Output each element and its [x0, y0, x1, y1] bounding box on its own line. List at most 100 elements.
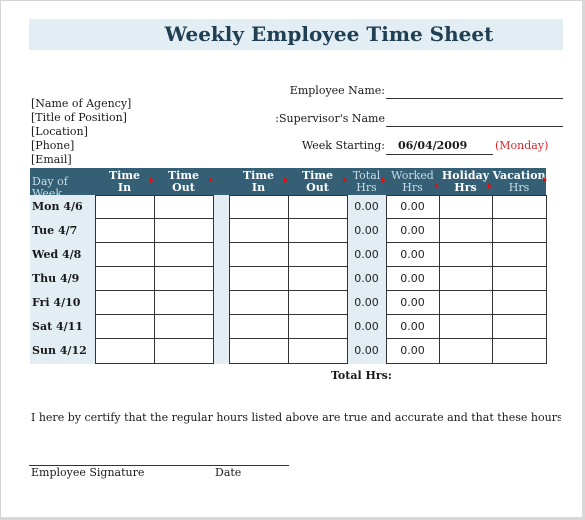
vacation-hrs-cell[interactable] [492, 314, 547, 340]
holiday-hrs-cell[interactable] [439, 266, 493, 292]
header-time-out-1: Time Out [154, 168, 213, 195]
day-label: Mon 4/6 [32, 200, 83, 213]
vacation-hrs-cell[interactable] [492, 266, 547, 292]
time-out-2-cell[interactable] [288, 242, 348, 268]
certification-text: I here by certify that the regular hours… [31, 411, 561, 424]
total-hrs-value: 0.00 [354, 200, 379, 213]
total-hrs-value: 0.00 [354, 296, 379, 309]
time-in-2-cell[interactable] [229, 242, 289, 268]
time-in-1-cell[interactable] [95, 290, 155, 316]
header-time-in-1: Time In [95, 168, 154, 195]
time-in-1-cell[interactable] [95, 242, 155, 268]
comment-marker-icon [343, 177, 347, 183]
comment-marker-icon [488, 183, 492, 189]
header-text: Out [172, 181, 195, 194]
header-total-hrs: Total Hrs [347, 168, 386, 195]
time-out-1-cell[interactable] [154, 266, 214, 292]
time-in-1-cell[interactable] [95, 338, 155, 364]
vacation-hrs-cell[interactable] [492, 338, 547, 364]
time-in-1-cell[interactable] [95, 195, 155, 220]
header-time-out-2: Time Out [288, 168, 347, 195]
total-hrs-value: 0.00 [354, 248, 379, 261]
time-out-1-cell[interactable] [154, 242, 214, 268]
header-worked-hrs: Worked Hrs [386, 168, 439, 195]
time-out-2-cell[interactable] [288, 266, 348, 292]
time-out-2-cell[interactable] [288, 218, 348, 244]
header-text: Hrs [508, 181, 530, 194]
time-out-2-cell[interactable] [288, 338, 348, 364]
separator-band [213, 195, 229, 364]
employee-name-field[interactable] [386, 98, 563, 99]
worked-hrs-value: 0.00 [400, 272, 425, 285]
time-out-1-cell[interactable] [154, 338, 214, 364]
email: [Email] [31, 153, 72, 166]
header-day-of-week: Day of Week [32, 175, 68, 200]
time-out-1-cell[interactable] [154, 195, 214, 220]
time-out-1-cell[interactable] [154, 218, 214, 244]
header-text: Hrs [454, 181, 477, 194]
comment-marker-icon [435, 183, 439, 189]
position-title: [Title of Position] [31, 111, 127, 124]
comment-marker-icon [382, 177, 386, 183]
holiday-hrs-cell[interactable] [439, 195, 493, 220]
time-in-1-cell[interactable] [95, 266, 155, 292]
header-vacation-hrs: Vacation Hrs [492, 168, 546, 195]
header-text: In [117, 181, 132, 194]
employee-signature-label: Employee Signature [31, 466, 145, 479]
time-in-2-cell[interactable] [229, 314, 289, 340]
time-out-2-cell[interactable] [288, 290, 348, 316]
week-starting-underline [386, 154, 493, 155]
time-out-2-cell[interactable] [288, 314, 348, 340]
agency-name: [Name of Agency] [31, 97, 132, 110]
header-holiday-hrs: Holiday Hrs [439, 168, 492, 195]
worked-hrs-value: 0.00 [400, 344, 425, 357]
supervisor-name-field[interactable] [386, 126, 563, 127]
worked-hrs-value: 0.00 [400, 224, 425, 237]
total-hrs-value: 0.00 [354, 320, 379, 333]
day-label: Tue 4/7 [32, 224, 78, 237]
time-in-2-cell[interactable] [229, 290, 289, 316]
holiday-hrs-cell[interactable] [439, 290, 493, 316]
header-time-in-2: Time In [229, 168, 288, 195]
time-in-2-cell[interactable] [229, 338, 289, 364]
day-label: Wed 4/8 [32, 248, 82, 261]
total-hrs-value: 0.00 [354, 272, 379, 285]
day-label: Sun 4/12 [32, 344, 87, 357]
holiday-hrs-cell[interactable] [439, 242, 493, 268]
day-label: Sat 4/11 [32, 320, 83, 333]
location: [Location] [31, 125, 88, 138]
time-in-1-cell[interactable] [95, 314, 155, 340]
time-out-1-cell[interactable] [154, 314, 214, 340]
comment-marker-icon [150, 177, 154, 183]
phone: [Phone] [31, 139, 75, 152]
time-out-1-cell[interactable] [154, 290, 214, 316]
day-label: Thu 4/9 [32, 272, 80, 285]
holiday-hrs-cell[interactable] [439, 338, 493, 364]
header-text: Hrs [356, 181, 377, 194]
week-starting-label: Week Starting: [301, 139, 385, 152]
time-in-1-cell[interactable] [95, 218, 155, 244]
holiday-hrs-cell[interactable] [439, 314, 493, 340]
time-out-2-cell[interactable] [288, 195, 348, 220]
holiday-hrs-cell[interactable] [439, 218, 493, 244]
time-in-2-cell[interactable] [229, 266, 289, 292]
comment-marker-icon [284, 177, 288, 183]
employee-name-label: Employee Name: [289, 84, 385, 97]
comment-marker-icon [209, 177, 213, 183]
vacation-hrs-cell[interactable] [492, 218, 547, 244]
week-starting-value[interactable]: 06/04/2009 [398, 139, 467, 152]
vacation-hrs-cell[interactable] [492, 242, 547, 268]
header-text: Hrs [402, 181, 423, 194]
vacation-hrs-cell[interactable] [492, 290, 547, 316]
total-hrs-value: 0.00 [354, 344, 379, 357]
vacation-hrs-cell[interactable] [492, 195, 547, 220]
worked-hrs-value: 0.00 [400, 296, 425, 309]
worked-hrs-value: 0.00 [400, 248, 425, 261]
supervisor-name-label: Supervisor's Name: [275, 112, 385, 125]
total-hrs-label: Total Hrs: [331, 369, 392, 382]
time-in-2-cell[interactable] [229, 218, 289, 244]
page-title: Weekly Employee Time Sheet [164, 22, 494, 46]
comment-marker-icon [543, 177, 547, 183]
time-in-2-cell[interactable] [229, 195, 289, 220]
total-hrs-value: 0.00 [354, 224, 379, 237]
